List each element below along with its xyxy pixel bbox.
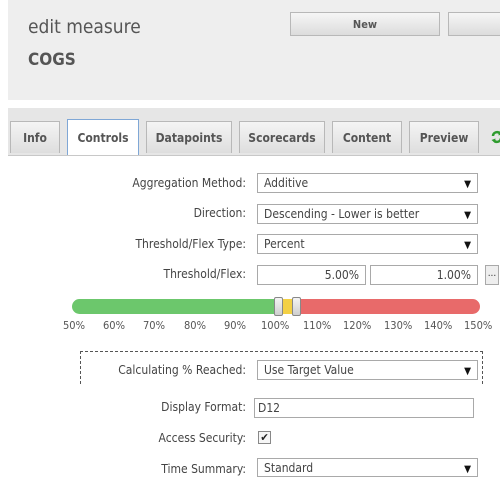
- access-security-label: Access Security:: [158, 431, 246, 445]
- page-title: edit measure: [28, 16, 141, 38]
- calculating-reached-select[interactable]: Use Target Value ▼: [257, 360, 478, 380]
- gauge-tick: 130%: [384, 319, 413, 332]
- threshold-flex-label: Threshold/Flex:: [163, 267, 247, 281]
- access-security-checkbox[interactable]: ✔: [258, 431, 271, 444]
- measure-name: COGS: [28, 50, 76, 70]
- time-summary-value: Standard: [264, 461, 314, 475]
- gauge-tick: 140%: [424, 319, 453, 332]
- tab-strip: Info Controls Datapoints Scorecards Cont…: [8, 108, 500, 156]
- tab-content[interactable]: Content: [332, 121, 402, 153]
- aggregation-method-label: Aggregation Method:: [132, 176, 246, 190]
- gauge-tick: 110%: [303, 319, 332, 332]
- aggregation-method-select[interactable]: Additive ▼: [257, 173, 478, 193]
- dropdown-arrow-icon: ▼: [464, 240, 471, 251]
- dropdown-arrow-icon: ▼: [464, 366, 471, 377]
- direction-value: Descending - Lower is better: [264, 207, 420, 221]
- direction-select[interactable]: Descending - Lower is better ▼: [257, 204, 478, 224]
- tab-controls[interactable]: Controls: [67, 119, 139, 155]
- dropdown-arrow-icon: ▼: [464, 210, 471, 221]
- direction-label: Direction:: [193, 206, 246, 220]
- tab-info[interactable]: Info: [10, 121, 60, 153]
- refresh-icon[interactable]: [486, 121, 500, 153]
- threshold-type-value: Percent: [264, 237, 305, 251]
- aggregation-method-value: Additive: [264, 176, 309, 190]
- dropdown-arrow-icon: ▼: [464, 179, 471, 190]
- gauge-tick: 100%: [261, 319, 290, 332]
- tab-preview[interactable]: Preview: [409, 121, 479, 153]
- threshold-type-select[interactable]: Percent ▼: [257, 234, 478, 254]
- gauge-tick: 120%: [343, 319, 372, 332]
- new-button[interactable]: New: [290, 12, 440, 36]
- time-summary-select[interactable]: Standard ▼: [257, 458, 478, 477]
- flex-input[interactable]: 1.00%: [370, 265, 478, 285]
- gauge-tick: 70%: [143, 319, 165, 332]
- header-action-button[interactable]: [448, 12, 500, 36]
- threshold-input[interactable]: 5.00%: [257, 265, 366, 285]
- gauge-threshold-handle[interactable]: [274, 297, 283, 316]
- gauge-tick: 150%: [464, 319, 493, 332]
- calculating-reached-label: Calculating % Reached:: [118, 363, 246, 377]
- gauge-tick: 60%: [103, 319, 125, 332]
- gauge-red-zone: [297, 299, 480, 314]
- gauge-tick: 90%: [224, 319, 246, 332]
- tab-bar: Info Controls Datapoints Scorecards Cont…: [0, 100, 500, 156]
- calculating-reached-value: Use Target Value: [264, 363, 354, 377]
- gauge-tick: 50%: [63, 319, 85, 332]
- gauge-flex-handle[interactable]: [292, 297, 301, 316]
- tab-scorecards[interactable]: Scorecards: [239, 121, 325, 153]
- time-summary-label: Time Summary:: [161, 462, 246, 476]
- dropdown-arrow-icon: ▼: [464, 464, 471, 475]
- gauge-green-zone: [72, 299, 277, 314]
- tab-datapoints[interactable]: Datapoints: [146, 121, 232, 153]
- threshold-type-label: Threshold/Flex Type:: [135, 237, 246, 251]
- display-format-input[interactable]: D12: [254, 398, 474, 418]
- display-format-label: Display Format:: [161, 400, 246, 414]
- gauge-tick: 80%: [184, 319, 206, 332]
- threshold-options-button[interactable]: ...: [485, 265, 499, 285]
